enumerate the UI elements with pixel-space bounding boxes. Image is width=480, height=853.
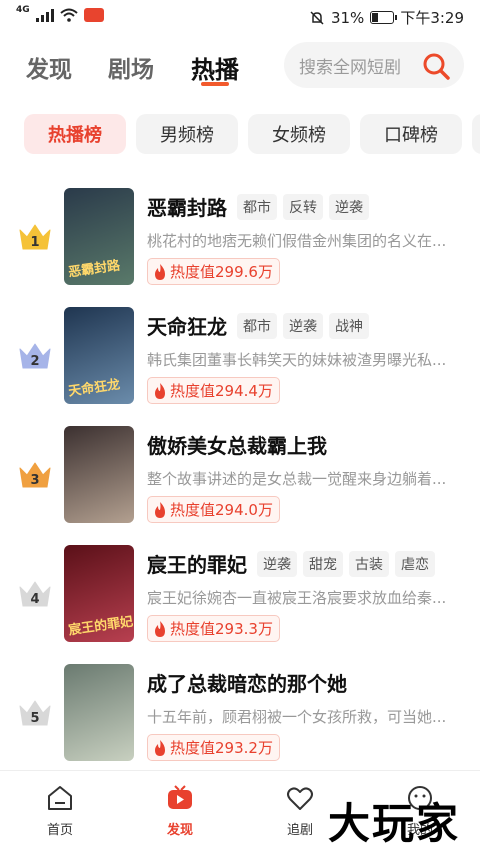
heat-badge: 热度值293.3万 (147, 615, 280, 642)
search-bar[interactable]: 搜索全网短剧 (284, 42, 464, 88)
fire-icon (155, 620, 165, 637)
list-item[interactable]: 1 恶霸封路 恶霸封路 都市 反转 逆袭 桃花村的地痞无赖们假借金州集团的名义在... 热度值… (0, 188, 480, 288)
poster-image[interactable]: 天命狂龙 (64, 307, 134, 404)
fire-icon (155, 263, 165, 280)
drama-title[interactable]: 宸王的罪妃 (147, 549, 247, 578)
top-nav: 发现 剧场 热播 搜索全网短剧 (0, 40, 480, 90)
chip-hot-ranking[interactable]: 热播榜 (24, 114, 126, 154)
rank-crown-icon: 1 (19, 224, 51, 250)
drama-title[interactable]: 恶霸封路 (147, 192, 227, 221)
network-type: 4G (16, 5, 30, 15)
drama-description: 整个故事讲述的是女总裁一觉醒来身边躺着... (147, 470, 447, 488)
drama-description: 十五年前，顾君栩被一个女孩所救，可当她... (147, 708, 447, 726)
tab-discover[interactable]: 发现 (26, 50, 72, 84)
genre-tag: 逆袭 (257, 550, 297, 577)
genre-tag: 甜宠 (303, 550, 343, 577)
wifi-icon (59, 8, 78, 22)
genre-tag: 都市 (237, 193, 277, 220)
nav-follow-label: 追剧 (286, 823, 313, 838)
drama-description: 桃花村的地痞无赖们假借金州集团的名义在... (147, 232, 447, 250)
genre-tag: 逆袭 (329, 193, 369, 220)
genre-tag: 古装 (349, 550, 389, 577)
rank-crown-icon: 4 (19, 581, 51, 607)
genre-tag: 反转 (283, 193, 323, 220)
play-tv-icon (168, 785, 192, 809)
app-notification-icon (83, 8, 104, 22)
fire-icon (155, 382, 165, 399)
poster-title-art: 宸王的罪妃 (67, 614, 134, 639)
heat-value: 热度值294.4万 (170, 382, 273, 400)
chip-reputation-ranking[interactable]: 口碑榜 (360, 114, 462, 154)
chip-male-ranking[interactable]: 男频榜 (136, 114, 238, 154)
drama-description: 韩氏集团董事长韩笑天的妹妹被渣男曝光私... (147, 351, 447, 369)
poster-image[interactable] (64, 664, 134, 761)
tab-theater[interactable]: 剧场 (108, 50, 154, 84)
chip-female-ranking[interactable]: 女频榜 (248, 114, 350, 154)
heat-value: 热度值293.2万 (170, 739, 273, 757)
genre-tag: 战神 (329, 312, 369, 339)
list-item[interactable]: 2 天命狂龙 天命狂龙 都市 逆袭 战神 韩氏集团董事长韩笑天的妹妹被渣男曝光私... 热度值… (0, 307, 480, 407)
rank-number: 2 (30, 354, 39, 369)
signal-icon (35, 8, 54, 22)
rank-crown-icon: 2 (19, 343, 51, 369)
list-item[interactable]: 5 成了总裁暗恋的那个她十五年前，顾君栩被一个女孩所救，可当她... 热度值293.… (0, 664, 480, 764)
poster-title-art: 天命狂龙 (67, 377, 122, 400)
poster-title-art: 恶霸封路 (67, 258, 122, 281)
chip-more[interactable] (472, 114, 480, 154)
battery-percent: 31% (330, 8, 365, 27)
rank-number: 3 (30, 473, 39, 488)
drama-title[interactable]: 天命狂龙 (147, 311, 227, 340)
rank-crown-icon: 5 (19, 700, 51, 726)
heat-value: 热度值293.3万 (170, 620, 273, 638)
genre-tag: 逆袭 (283, 312, 323, 339)
rank-number: 1 (30, 235, 39, 250)
mute-bell-icon (310, 10, 324, 25)
genre-tag: 虐恋 (395, 550, 435, 577)
genre-tag: 都市 (237, 312, 277, 339)
nav-discover[interactable]: 发现 (140, 783, 220, 838)
poster-image[interactable] (64, 426, 134, 523)
heat-badge: 热度值294.0万 (147, 496, 280, 523)
rank-crown-icon: 3 (19, 462, 51, 488)
fire-icon (155, 501, 165, 518)
poster-image[interactable]: 恶霸封路 (64, 188, 134, 285)
battery-icon (370, 11, 398, 24)
rank-number: 4 (30, 592, 39, 607)
watermark-text: 大玩家 (328, 799, 461, 848)
search-icon[interactable] (422, 52, 450, 80)
fire-icon (155, 739, 165, 756)
clock: 下午3:29 (400, 9, 464, 27)
heat-value: 热度值299.6万 (170, 263, 273, 281)
status-bar: 4G 31% 下午3:29 (0, 0, 480, 34)
heat-value: 热度值294.0万 (170, 501, 273, 519)
heat-badge: 热度值294.4万 (147, 377, 280, 404)
drama-title[interactable]: 傲娇美女总裁霸上我 (147, 430, 327, 459)
list-item[interactable]: 4 宸王的罪妃 宸王的罪妃 逆袭 甜宠 古装 虐恋 宸王妃徐婉杏一直被宸王洛宸要求放血给秦..… (0, 545, 480, 645)
rank-number: 5 (30, 711, 39, 726)
tab-hot[interactable]: 热播 (191, 50, 239, 85)
active-tab-indicator (201, 82, 229, 86)
heat-badge: 热度值293.2万 (147, 734, 280, 761)
home-icon (48, 786, 72, 810)
ranking-chips: 热播榜 男频榜 女频榜 口碑榜 (24, 114, 480, 154)
nav-home-label: 首页 (46, 823, 73, 838)
nav-discover-label: 发现 (166, 823, 193, 838)
nav-home[interactable]: 首页 (20, 783, 100, 838)
poster-image[interactable]: 宸王的罪妃 (64, 545, 134, 642)
heart-icon (287, 787, 313, 810)
list-item[interactable]: 3 傲娇美女总裁霸上我整个故事讲述的是女总裁一觉醒来身边躺着... 热度值294.0… (0, 426, 480, 526)
drama-description: 宸王妃徐婉杏一直被宸王洛宸要求放血给秦... (147, 589, 447, 607)
heat-badge: 热度值299.6万 (147, 258, 280, 285)
drama-title[interactable]: 成了总裁暗恋的那个她 (147, 668, 347, 697)
search-placeholder: 搜索全网短剧 (299, 57, 401, 78)
